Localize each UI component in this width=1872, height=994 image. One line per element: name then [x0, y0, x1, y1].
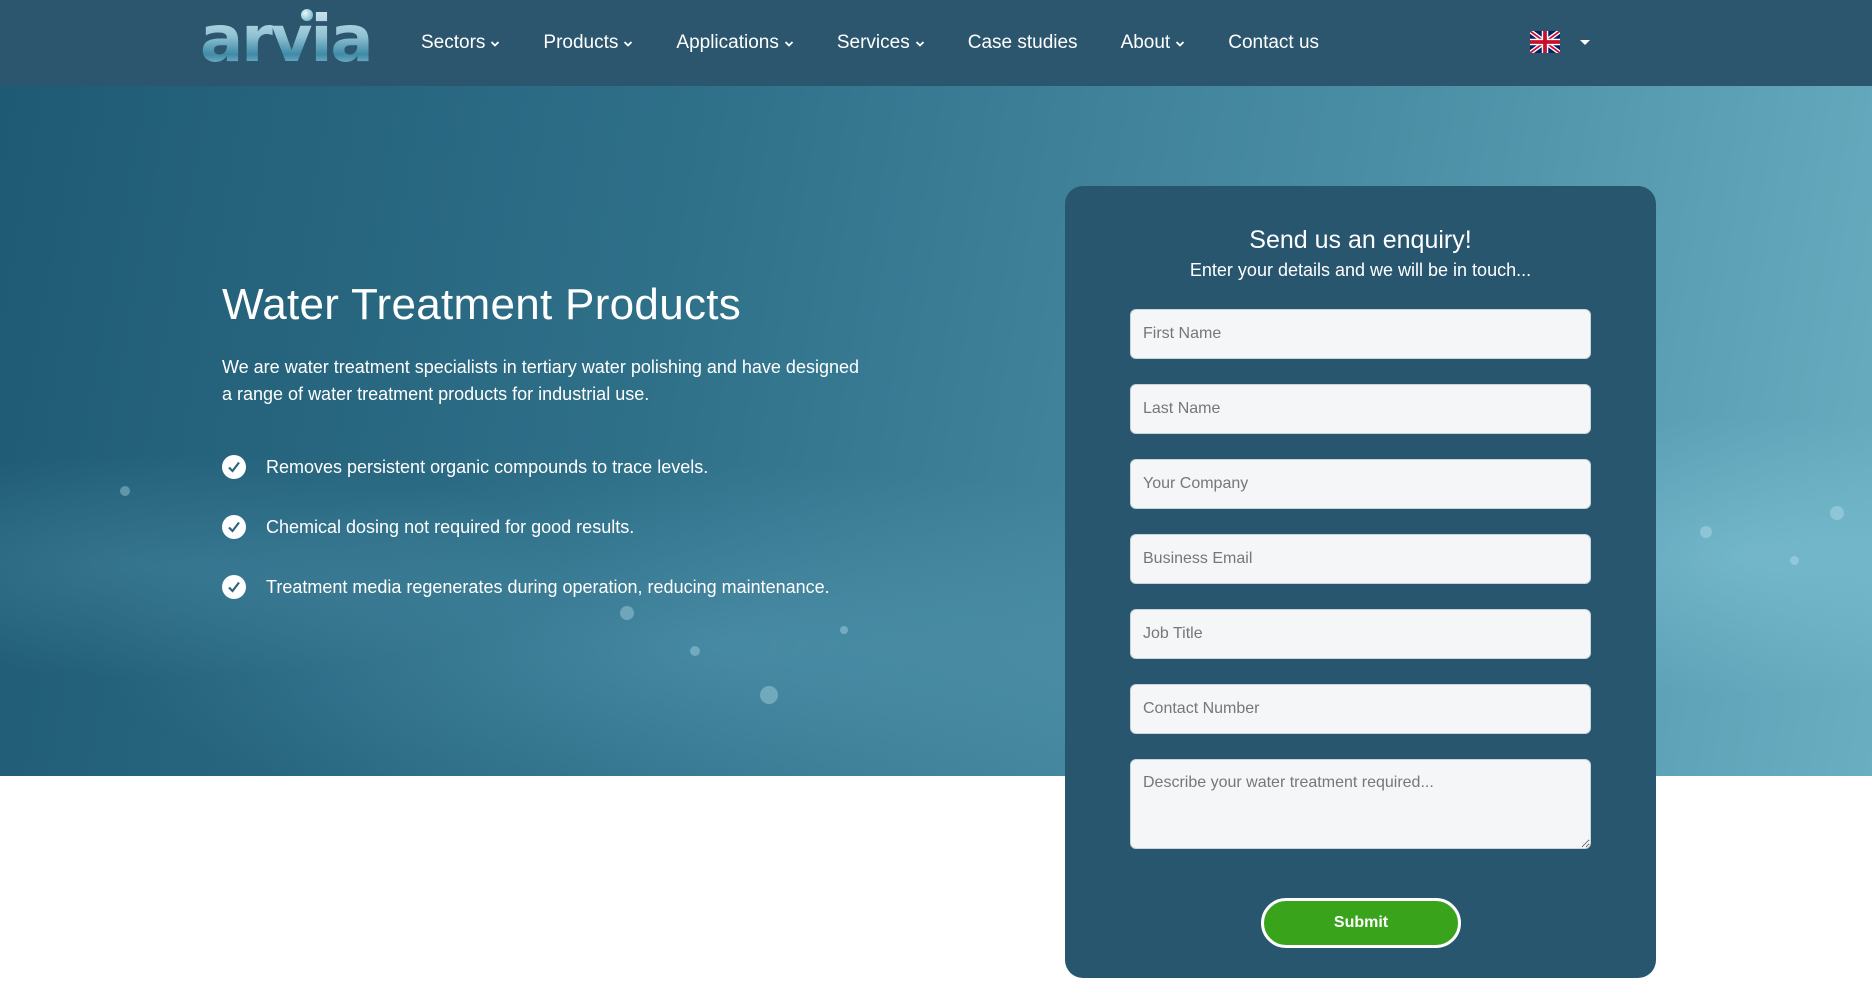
checkmark-icon: [222, 515, 246, 539]
benefit-text: Removes persistent organic compounds to …: [266, 456, 709, 477]
page-title: Water Treatment Products: [222, 280, 742, 329]
nav-item-label: Applications: [676, 32, 779, 53]
hero-description: We are water treatment specialists in te…: [222, 357, 859, 404]
chevron-down-icon: [1176, 41, 1185, 47]
water-bubble-decoration: [690, 646, 700, 656]
language-selector[interactable]: [1530, 31, 1590, 53]
water-bubble-decoration: [840, 626, 848, 634]
first-name-field[interactable]: [1130, 309, 1591, 359]
message-textarea[interactable]: [1130, 759, 1591, 849]
nav-item-label: Services: [836, 32, 910, 53]
nav-item-label: Products: [543, 32, 619, 53]
nav-item-services[interactable]: Services: [837, 32, 925, 54]
checkmark-icon: [222, 575, 246, 599]
form-title: Send us an enquiry!: [1249, 226, 1472, 254]
nav-item-label: Sectors: [421, 32, 486, 53]
water-bubble-decoration: [1790, 556, 1799, 565]
benefits-list: Removes persistent organic compounds to …: [222, 452, 830, 632]
water-bubble-decoration: [120, 486, 130, 496]
company-field[interactable]: [1130, 459, 1591, 509]
water-bubble-decoration: [760, 686, 778, 704]
nav-item-applications[interactable]: Applications: [676, 32, 793, 54]
nav-item-label: About: [1120, 32, 1171, 53]
list-item: Chemical dosing not required for good re…: [222, 512, 830, 542]
nav-item-contact-us[interactable]: Contact us: [1228, 32, 1319, 54]
nav-item-label: Contact us: [1228, 32, 1320, 53]
water-bubble-decoration: [1830, 506, 1844, 520]
chevron-down-icon: [784, 41, 793, 47]
list-item: Treatment media regenerates during opera…: [222, 572, 830, 602]
chevron-down-icon: [915, 41, 924, 47]
chevron-down-icon: [491, 41, 500, 47]
checkmark-icon: [222, 455, 246, 479]
nav-item-label: Case studies: [967, 32, 1078, 53]
uk-flag-icon: [1530, 31, 1560, 53]
job-title-field[interactable]: [1130, 609, 1591, 659]
top-navbar: arvia Sectors Products Applications Serv…: [0, 0, 1872, 86]
arvia-logo[interactable]: arvia: [200, 4, 374, 76]
benefit-text: Chemical dosing not required for good re…: [266, 516, 635, 537]
chevron-down-icon: [624, 41, 633, 47]
main-nav: Sectors Products Applications Services C…: [421, 0, 1362, 86]
submit-button[interactable]: Submit: [1261, 898, 1461, 948]
nav-item-sectors[interactable]: Sectors: [421, 32, 500, 54]
caret-down-icon: [1580, 39, 1590, 45]
nav-item-case-studies[interactable]: Case studies: [968, 32, 1078, 54]
logo-dot-icon: [301, 9, 313, 21]
nav-item-about[interactable]: About: [1121, 32, 1186, 54]
last-name-field[interactable]: [1130, 384, 1591, 434]
enquiry-form: Send us an enquiry! Enter your details a…: [1065, 186, 1656, 978]
water-bubble-decoration: [1700, 526, 1712, 538]
nav-item-products[interactable]: Products: [543, 32, 633, 54]
phone-field[interactable]: [1130, 684, 1591, 734]
benefit-text: Treatment media regenerates during opera…: [266, 576, 830, 597]
form-subtitle: Enter your details and we will be in tou…: [1189, 260, 1532, 280]
list-item: Removes persistent organic compounds to …: [222, 452, 830, 482]
email-field[interactable]: [1130, 534, 1591, 584]
